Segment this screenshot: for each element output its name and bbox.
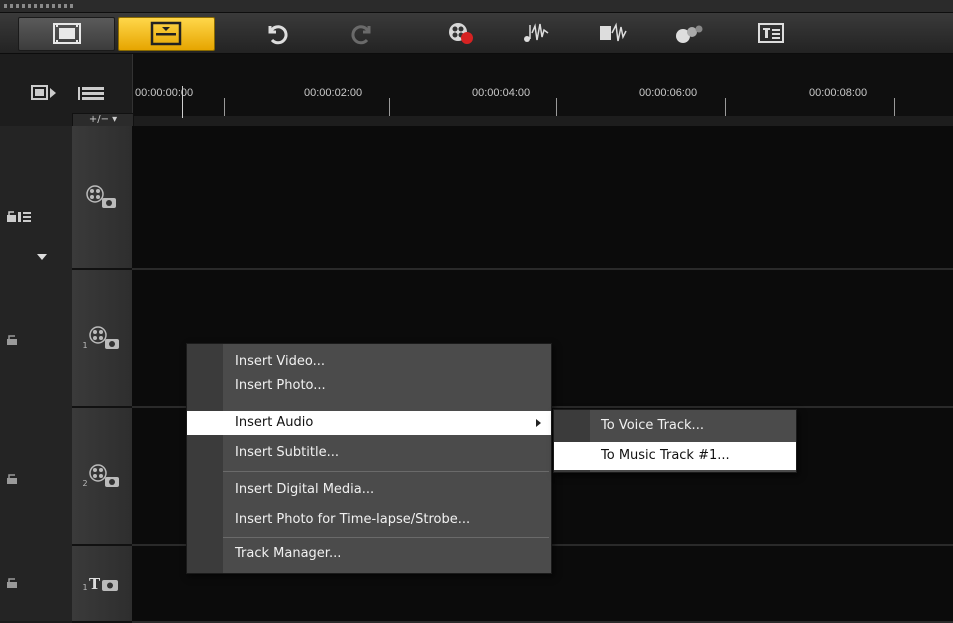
record-capture-button[interactable] bbox=[445, 19, 477, 47]
timecode-ruler[interactable]: 00:00:00:00 00:00:02:00 00:00:04:00 00:0… bbox=[132, 54, 953, 116]
ruler-tick-label: 00:00:06:00 bbox=[639, 87, 698, 99]
ruler-tick-label: 00:00:04:00 bbox=[472, 87, 531, 99]
submenu-item-voice-track[interactable]: To Voice Track... bbox=[590, 412, 796, 440]
timeline-toolbar bbox=[0, 13, 953, 54]
undo-icon bbox=[268, 25, 288, 45]
drag-grip-icon bbox=[4, 4, 74, 8]
menu-separator bbox=[223, 471, 549, 472]
subtitle-editor-icon bbox=[758, 23, 784, 43]
sound-mixer-icon bbox=[524, 23, 549, 42]
menu-item-insert-photo-timelapse[interactable]: Insert Photo for Time-lapse/Strobe... bbox=[223, 508, 551, 532]
undo-button[interactable] bbox=[260, 19, 292, 47]
redo-icon bbox=[351, 25, 371, 45]
timeline-view-button[interactable] bbox=[118, 17, 215, 51]
ruler-tick bbox=[224, 98, 225, 116]
storyboard-view-icon bbox=[53, 23, 81, 44]
track-context-menu: Insert Video... Insert Photo... Insert A… bbox=[186, 343, 552, 574]
title-track-icon: T bbox=[89, 575, 118, 593]
redo-button[interactable] bbox=[347, 19, 379, 47]
record-capture-icon bbox=[449, 23, 473, 44]
ruler-tick bbox=[894, 98, 895, 116]
subtitle-editor-button[interactable] bbox=[755, 19, 787, 47]
lock-icon[interactable] bbox=[6, 578, 20, 588]
submenu-arrow-icon bbox=[536, 419, 541, 427]
fit-project-icon[interactable] bbox=[30, 84, 58, 102]
ruler-tick-label: 00:00:00:00 bbox=[135, 87, 194, 99]
title-track-header[interactable]: 1 T bbox=[72, 546, 132, 623]
lock-icon[interactable] bbox=[6, 474, 20, 484]
submenu-item-music-track-1[interactable]: To Music Track #1... bbox=[554, 442, 796, 470]
overlay-track-1-header[interactable]: 1 bbox=[72, 270, 132, 408]
svg-text:T: T bbox=[89, 575, 101, 593]
overlay-track-icon bbox=[88, 326, 119, 349]
ruler-tick bbox=[556, 98, 557, 116]
auto-music-icon bbox=[600, 22, 627, 42]
menu-separator bbox=[223, 537, 549, 538]
timeline-view-icon bbox=[150, 21, 182, 46]
lock-all-tracks-icon[interactable] bbox=[6, 210, 32, 224]
video-track-icon bbox=[86, 185, 116, 208]
menu-item-label: Insert Audio bbox=[235, 415, 314, 430]
menu-item-track-manager[interactable]: Track Manager... bbox=[223, 542, 551, 566]
video-track-lane[interactable] bbox=[132, 126, 953, 270]
auto-music-button[interactable] bbox=[597, 19, 629, 47]
insert-audio-submenu: To Voice Track... To Music Track #1... bbox=[553, 409, 797, 473]
motion-tracking-button[interactable] bbox=[673, 19, 705, 47]
track-controls-column bbox=[0, 126, 73, 621]
menu-item-insert-photo[interactable]: Insert Photo... bbox=[223, 374, 551, 398]
menu-item-insert-digital-media[interactable]: Insert Digital Media... bbox=[223, 478, 551, 502]
sound-mixer-button[interactable] bbox=[520, 19, 552, 47]
chevron-down-icon[interactable] bbox=[36, 253, 48, 261]
overlay-track-icon bbox=[88, 464, 119, 487]
playhead-marker[interactable] bbox=[182, 86, 183, 118]
ruler-tick-label: 00:00:08:00 bbox=[809, 87, 868, 99]
lock-icon[interactable] bbox=[6, 335, 20, 345]
menu-item-insert-subtitle[interactable]: Insert Subtitle... bbox=[223, 441, 551, 465]
ruler-tick bbox=[389, 98, 390, 116]
menu-icon-gutter bbox=[187, 344, 223, 573]
overlay-track-2-header[interactable]: 2 bbox=[72, 408, 132, 546]
title-grip-bar[interactable] bbox=[0, 0, 953, 13]
menu-item-insert-video[interactable]: Insert Video... bbox=[223, 350, 551, 374]
track-list-icon[interactable] bbox=[78, 86, 106, 102]
menu-item-insert-audio[interactable]: Insert Audio bbox=[187, 411, 551, 435]
motion-tracking-icon bbox=[676, 25, 703, 43]
ruler-tick bbox=[725, 98, 726, 116]
video-track-header[interactable] bbox=[72, 126, 132, 270]
ruler-tick-label: 00:00:02:00 bbox=[304, 87, 363, 99]
storyboard-view-button[interactable] bbox=[18, 17, 115, 51]
